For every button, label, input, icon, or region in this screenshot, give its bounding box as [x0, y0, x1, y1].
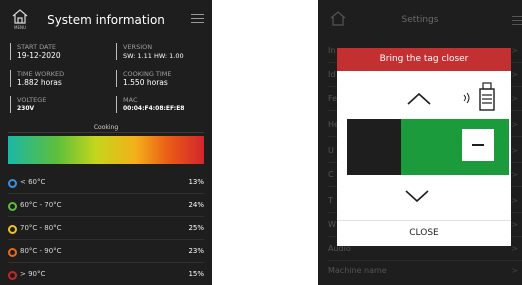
voltage-value: 230V	[17, 105, 35, 112]
nfc-tag-dialog: Bring the tag closer CLOSE	[337, 48, 511, 246]
temp-range-row: > 90°C 15%	[8, 265, 204, 285]
divider	[8, 132, 204, 133]
temp-range-row: 70°C - 80°C 25%	[8, 219, 204, 240]
settings-item-label: W	[328, 220, 336, 229]
chevron-right-icon: >	[511, 170, 518, 179]
temp-range-percent: 13%	[188, 178, 204, 186]
temp-range-percent: 24%	[188, 201, 204, 209]
dialog-title: Bring the tag closer	[379, 54, 469, 64]
temp-range-label: < 60°C	[20, 178, 46, 186]
nfc-signal-icon	[463, 92, 470, 104]
cooking-section-label: Cooking	[93, 124, 119, 131]
chevron-right-icon: >	[511, 220, 518, 229]
settings-item-label: U	[328, 146, 334, 155]
mac-value: 00:04:F4:08:EF:E8	[123, 105, 185, 112]
settings-item-label: Id	[328, 70, 336, 79]
circle-icon	[8, 202, 17, 211]
start-date-label: START DATE	[17, 43, 57, 51]
chevron-right-icon: >	[511, 94, 518, 103]
settings-item-label: Fe	[328, 94, 338, 103]
temp-range-label: 80°C - 90°C	[20, 247, 62, 255]
system-information-screen: MENU System information START DATE 19-12…	[0, 0, 212, 285]
page-title: Settings	[401, 15, 439, 25]
power-toggle[interactable]	[347, 119, 509, 175]
circle-icon	[8, 248, 17, 257]
settings-item-label: Machine name	[328, 266, 387, 275]
toggle-off-section	[347, 119, 401, 175]
temp-range-row: 60°C - 70°C 24%	[8, 196, 204, 217]
chevron-right-icon: >	[511, 70, 518, 79]
start-date-value: 19-12-2020	[17, 51, 61, 60]
start-date-cell: START DATE 19-12-2020	[10, 43, 61, 60]
chevron-up-icon[interactable]	[406, 92, 432, 106]
settings-item-label: In	[328, 46, 336, 55]
temp-range-percent: 25%	[188, 224, 204, 232]
chevron-right-icon: >	[511, 244, 518, 253]
settings-item-label: C	[328, 170, 334, 179]
circle-icon	[8, 179, 17, 188]
settings-item[interactable]: Machine name >	[328, 260, 522, 282]
chevron-down-icon[interactable]	[404, 189, 430, 203]
circle-icon	[8, 225, 17, 234]
temperature-gradient-bar	[8, 136, 204, 164]
voltage-cell: VOLTEGE 230V	[10, 96, 46, 113]
version-value: SW: 1.11 HW: 1.00	[123, 52, 184, 60]
version-cell: VERSION SW: 1.11 HW: 1.00	[116, 43, 184, 60]
settings-screen: Settings In > Id > Fe > He > U > C > T > W > Aud…	[318, 0, 522, 285]
chevron-right-icon: >	[511, 46, 518, 55]
minus-icon	[472, 144, 484, 146]
temp-range-percent: 23%	[188, 247, 204, 255]
version-label: VERSION	[123, 43, 153, 51]
cooking-time-value: 1.550 horas	[123, 78, 168, 87]
temp-range-percent: 15%	[188, 270, 204, 278]
cooking-time-label: COOKING TIME	[123, 70, 172, 78]
chevron-right-icon: >	[511, 196, 518, 205]
temp-range-row: 80°C - 90°C 23%	[8, 242, 204, 263]
hamburger-menu-icon[interactable]	[512, 16, 522, 26]
settings-item-label: T	[328, 196, 333, 205]
mac-label: MAC	[123, 96, 138, 104]
header-bar: MENU System information	[0, 0, 212, 40]
chevron-right-icon: >	[511, 266, 518, 275]
toggle-knob[interactable]	[462, 129, 494, 161]
dialog-header: Bring the tag closer	[337, 48, 511, 71]
tag-reader-icon	[479, 82, 495, 111]
info-grid: START DATE 19-12-2020 VERSION SW: 1.11 H…	[10, 43, 204, 123]
time-worked-cell: TIME WORKED 1.882 horas	[10, 70, 64, 87]
temp-range-row: < 60°C 13%	[8, 173, 204, 194]
temp-range-label: > 90°C	[20, 270, 46, 278]
circle-icon	[8, 271, 17, 280]
chevron-right-icon: >	[511, 120, 518, 129]
temp-range-label: 70°C - 80°C	[20, 224, 62, 232]
temp-range-label: 60°C - 70°C	[20, 201, 62, 209]
mac-cell: MAC 00:04:F4:08:EF:E8	[116, 96, 184, 113]
voltage-label: VOLTEGE	[17, 96, 47, 104]
hamburger-menu-icon[interactable]	[191, 14, 204, 24]
chevron-right-icon: >	[511, 146, 518, 155]
time-worked-label: TIME WORKED	[17, 70, 65, 78]
cooking-time-cell: COOKING TIME 1.550 horas	[116, 70, 172, 87]
close-button[interactable]: CLOSE	[337, 220, 511, 246]
time-worked-value: 1.882 horas	[17, 78, 62, 87]
page-title: System information	[47, 13, 165, 27]
